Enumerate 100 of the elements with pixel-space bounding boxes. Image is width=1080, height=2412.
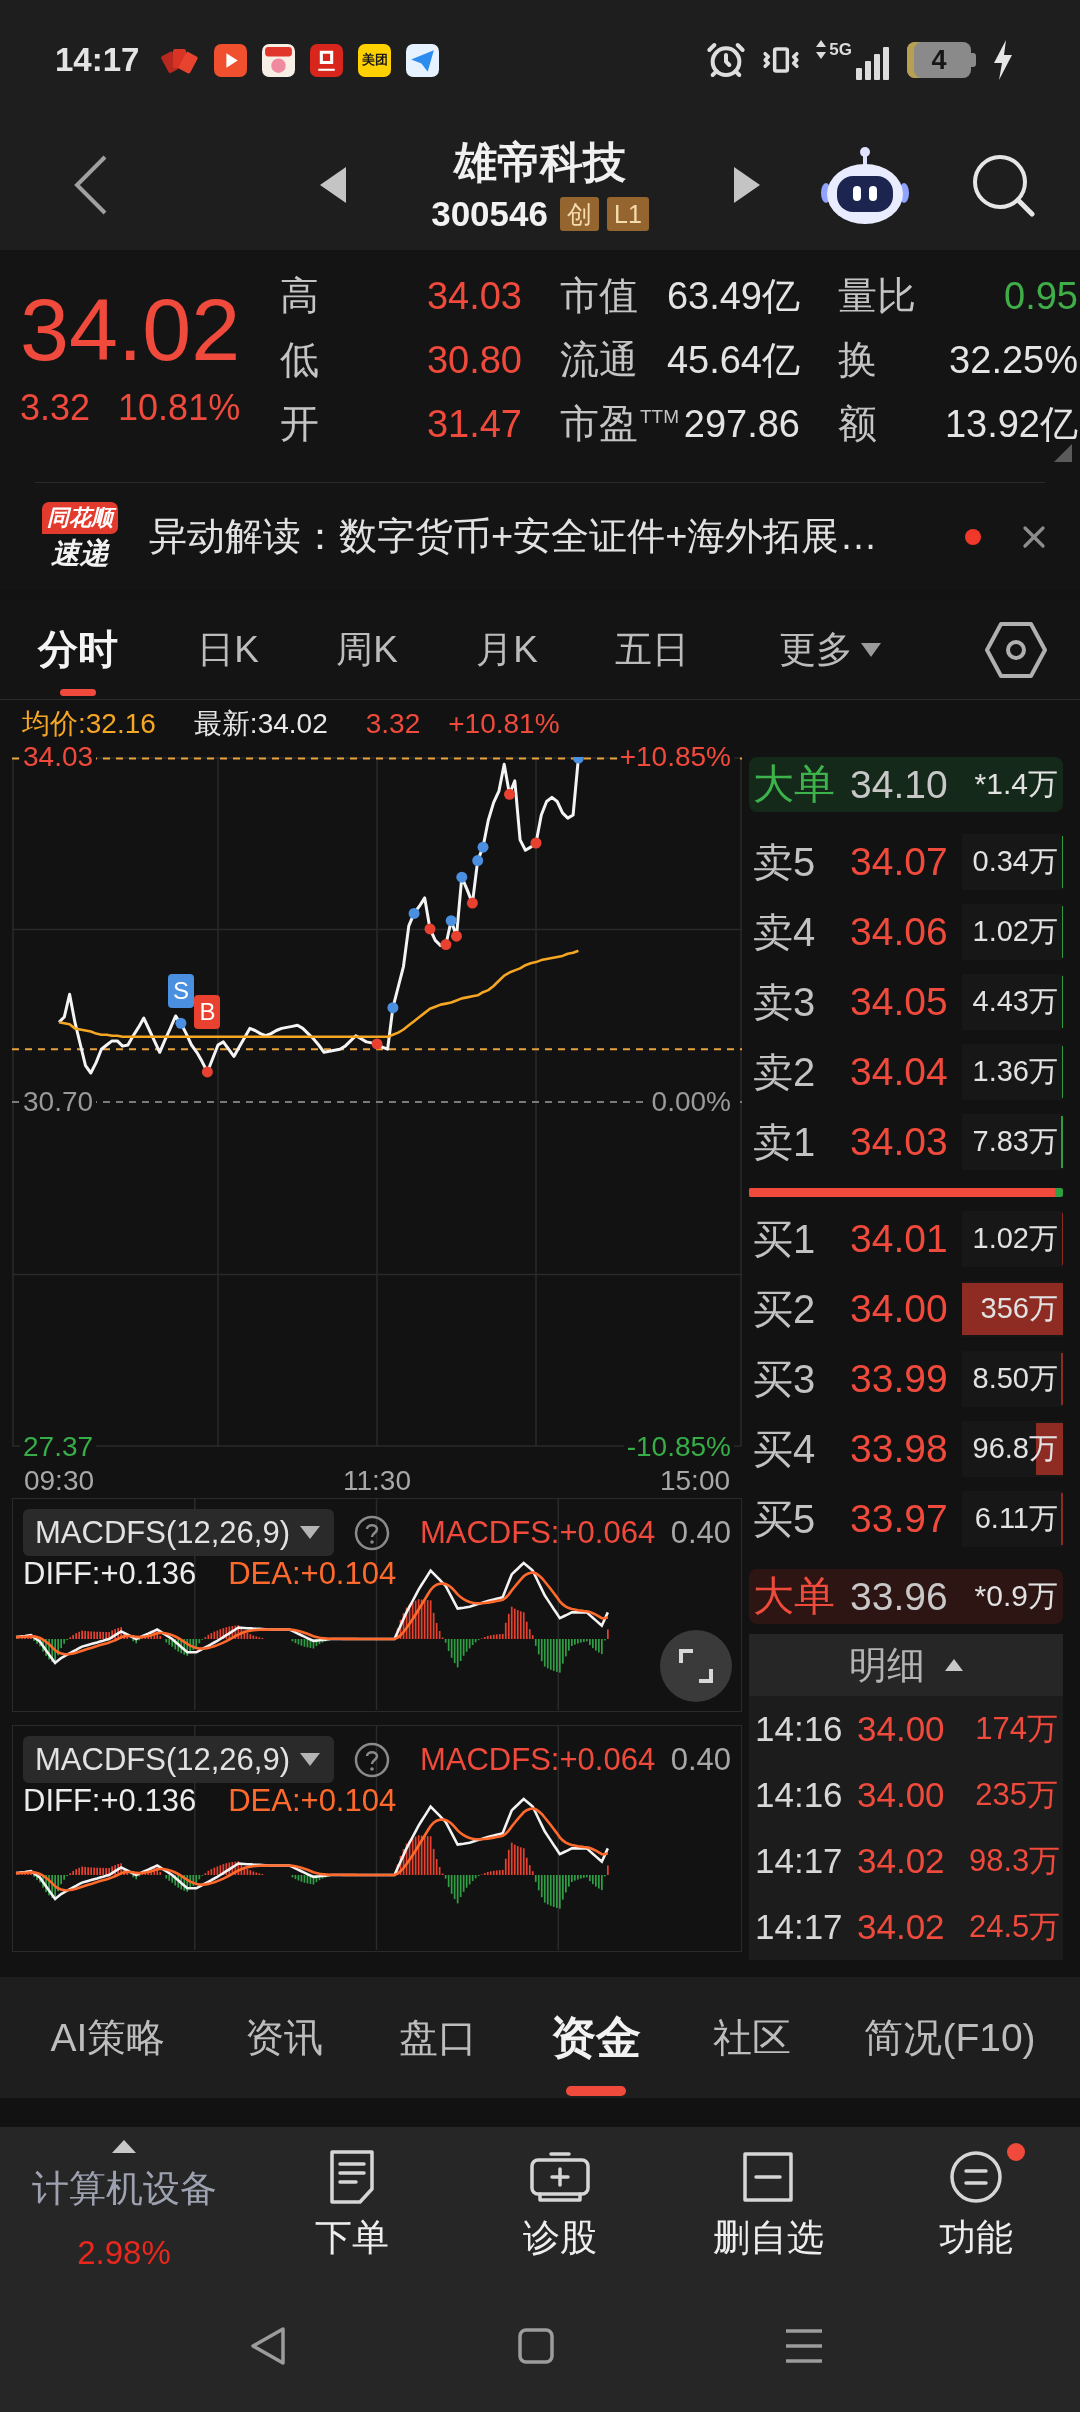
order-volume: 356万: [980, 1291, 1059, 1326]
stat-label: 市盈$^{TTM}$: [560, 401, 680, 447]
time-label: 15:00: [659, 1466, 731, 1496]
help-icon[interactable]: [353, 1741, 390, 1778]
order-level-label: 买1: [753, 1215, 817, 1263]
order-price: 33.99: [850, 1357, 949, 1401]
section-tab[interactable]: 社区: [709, 1977, 795, 2098]
scale-label: 0.40: [670, 1514, 731, 1551]
trade-price: 34.02: [857, 1907, 945, 1947]
big-order-label: 大单: [753, 760, 836, 809]
order-price: 33.98: [850, 1427, 949, 1471]
home-icon[interactable]: [517, 2327, 555, 2365]
caret-icon: [299, 1753, 320, 1766]
toolbar-action[interactable]: 功能: [896, 2127, 1056, 2280]
section-tab[interactable]: 资金: [547, 1977, 645, 2098]
trade-volume: 235万: [975, 1776, 1058, 1814]
order-level-label: 卖4: [753, 908, 817, 956]
order-volume: 8.50万: [972, 1361, 1059, 1396]
trades-title: 明细: [849, 1642, 925, 1688]
indicator-dropdown[interactable]: MACDFS(12,26,9): [23, 1509, 334, 1556]
time-label: 11:30: [343, 1466, 411, 1496]
chart-tab[interactable]: 月K: [472, 600, 542, 699]
chart-tab[interactable]: 分时: [34, 600, 122, 699]
app-icon: [262, 43, 296, 77]
percent-change: +10.81%: [448, 708, 560, 740]
back-icon[interactable]: [249, 2326, 287, 2366]
next-triangle-icon[interactable]: [734, 167, 760, 203]
section-tab[interactable]: 简况(F10): [860, 1977, 1040, 2098]
order-level-label: 卖5: [753, 838, 817, 886]
sector-name[interactable]: 计算机设备: [31, 2167, 217, 2211]
trades-header[interactable]: 明细: [749, 1634, 1063, 1696]
alarm-clock-icon: [706, 40, 747, 80]
caret-icon: [861, 642, 881, 657]
caret-icon: [299, 1526, 320, 1539]
help-icon[interactable]: [353, 1514, 390, 1551]
trade-price: 34.02: [857, 1841, 945, 1881]
order-volume: 1.02万: [972, 914, 1059, 949]
app-logo-icon: 美团: [358, 43, 392, 77]
trade-volume: 98.3万: [969, 1842, 1061, 1880]
order-level-label: 卖1: [753, 1118, 817, 1166]
expand-icon: [679, 1649, 713, 1683]
network-type: 5G: [829, 40, 852, 59]
paper-plane-icon: [406, 43, 440, 77]
search-icon[interactable]: [970, 152, 1036, 218]
indicator-dropdown[interactable]: MACDFS(12,26,9): [23, 1736, 334, 1783]
macd-value: MACDFS:+0.064: [419, 1514, 656, 1551]
order-price: 34.07: [850, 840, 949, 884]
stat-value: 30.80: [426, 338, 522, 382]
order-price: 34.00: [850, 1287, 949, 1331]
chart-tab[interactable]: 更多: [775, 600, 885, 699]
order-price: 34.03: [850, 1120, 949, 1164]
app-icon: [310, 43, 344, 77]
medical-kit-icon: [529, 2150, 591, 2204]
scale-label: 0.40: [670, 1741, 731, 1778]
minus-square-icon: [742, 2151, 794, 2203]
chart-tab[interactable]: 周K: [332, 600, 402, 699]
stat-value: 31.47: [426, 402, 522, 446]
trade-price: 34.00: [857, 1775, 945, 1815]
stat-label: 额: [838, 401, 877, 447]
toolbar-action[interactable]: 诊股: [480, 2127, 640, 2280]
trade-volume: 24.5万: [969, 1908, 1061, 1946]
stock-code: 300546: [431, 194, 548, 234]
previous-triangle-icon[interactable]: [320, 167, 346, 203]
macd-value: MACDFS:+0.064: [419, 1741, 656, 1778]
diff-value: DIFF:+0.136: [23, 1556, 197, 1592]
news-headline[interactable]: 异动解读：数字货币+安全证件+海外拓展…: [149, 511, 878, 562]
menu-icon[interactable]: [784, 2328, 824, 2364]
section-tab[interactable]: AI策略: [46, 1977, 170, 2098]
stat-label: 量比: [838, 273, 916, 319]
trade-time: 14:17: [755, 1841, 843, 1881]
stat-value: 45.64亿: [666, 337, 800, 383]
latest-price: 最新:34.02: [193, 708, 328, 740]
trade-time: 14:16: [755, 1709, 843, 1749]
order-volume: 1.02万: [972, 1221, 1059, 1256]
battery-indicator: 4: [907, 42, 976, 78]
settings-icon[interactable]: [984, 620, 1048, 679]
order-volume: 7.83万: [972, 1124, 1059, 1159]
big-order-price: 33.96: [850, 1574, 949, 1619]
order-price: 34.04: [850, 1050, 949, 1094]
order-volume: 0.34万: [972, 844, 1059, 879]
order-volume: 4.43万: [972, 984, 1059, 1019]
chart-tab[interactable]: 五日: [611, 600, 693, 699]
price-change: 3.32: [365, 708, 421, 740]
order-level-label: 买3: [753, 1355, 817, 1403]
robot-icon[interactable]: [820, 145, 910, 225]
order-price: 34.01: [850, 1217, 949, 1261]
section-tab[interactable]: 资讯: [241, 1977, 327, 2098]
order-level-label: 买4: [753, 1425, 817, 1473]
stat-value: 13.92亿: [944, 401, 1078, 447]
order-level-label: 买5: [753, 1495, 817, 1543]
stat-label: 流通: [560, 337, 638, 383]
section-tab[interactable]: 盘口: [395, 1977, 481, 2098]
toolbar-action[interactable]: 下单: [272, 2127, 432, 2280]
stat-value: 63.49亿: [666, 273, 800, 319]
order-volume: 6.11万: [974, 1501, 1059, 1536]
toolbar-action[interactable]: 删自选: [688, 2127, 848, 2280]
stat-value: 34.03: [426, 274, 522, 318]
order-price: 34.06: [850, 910, 949, 954]
chart-tab[interactable]: 日K: [193, 600, 263, 699]
signal-tag: S: [167, 974, 194, 1008]
